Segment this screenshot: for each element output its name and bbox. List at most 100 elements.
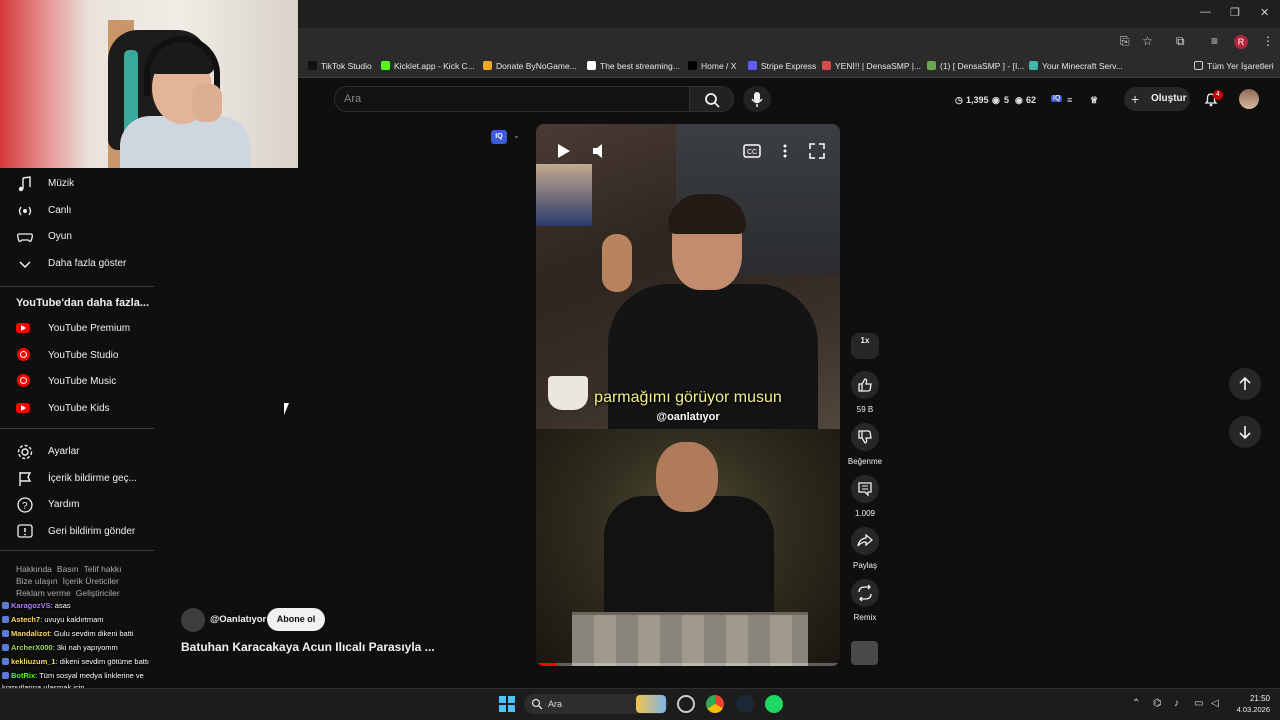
sidebar-item-chevron-down[interactable]: Daha fazla göster <box>16 255 166 277</box>
sidebar-item-gaming[interactable]: Oyun <box>16 228 166 250</box>
tray-display-icon[interactable]: ▭ <box>1194 698 1203 709</box>
bookmark-label: Kicklet.app - Kick C... <box>394 61 475 71</box>
like-count: 59 B <box>856 405 874 414</box>
bookmark-item[interactable]: YENİ!! | DensaSMP |... <box>822 61 921 71</box>
close-icon[interactable]: ✕ <box>1260 6 1269 19</box>
chevron-down-icon[interactable]: ⌄ <box>513 131 520 140</box>
remix-button[interactable] <box>851 579 879 607</box>
plus-icon: + <box>1131 91 1140 107</box>
bookmark-item[interactable]: Your Minecraft Serv... <box>1029 61 1123 71</box>
video-title[interactable]: Batuhan Karacakaya Acun Ilıcalı Parasıyl… <box>181 640 435 654</box>
footer-link[interactable]: Telif hakkı <box>84 564 122 574</box>
all-bookmarks-label: Tüm Yer İşaretleri <box>1207 61 1274 71</box>
iq-badge[interactable]: IQ <box>491 130 507 144</box>
play-icon[interactable] <box>554 142 576 160</box>
search-input[interactable] <box>334 86 690 112</box>
sidebar-item-youtube-music[interactable]: YouTube Music <box>16 373 166 395</box>
bookmark-favicon-icon <box>483 61 492 70</box>
volume-icon[interactable] <box>590 142 612 160</box>
next-short-button[interactable] <box>1229 416 1261 448</box>
sidebar-item-gear[interactable]: Ayarlar <box>16 443 166 465</box>
bookmark-item[interactable]: Home / X <box>688 61 736 71</box>
bookmark-item[interactable]: The best streaming... <box>587 61 680 71</box>
short-video-player[interactable]: parmağımı görüyor musun @oanlatıyor CC <box>536 124 840 666</box>
avatar[interactable] <box>1239 89 1259 109</box>
bookmark-favicon-icon <box>1029 61 1038 70</box>
dislike-button[interactable] <box>851 423 879 451</box>
sidebar-item-help[interactable]: ? Yardım <box>16 496 166 518</box>
footer-link[interactable]: Basın <box>57 564 79 574</box>
sidebar-item-flag[interactable]: İçerik bildirme geç... <box>16 470 166 492</box>
chrome-icon[interactable] <box>706 695 724 713</box>
channel-name[interactable]: @Oanlatıyor <box>210 614 266 625</box>
tray-network-icon[interactable]: ⌬ <box>1153 698 1162 709</box>
chat-badge-icon <box>2 644 9 651</box>
stat-view-icon: ◉ <box>1015 95 1023 105</box>
tray-chevron-icon[interactable]: ⌃ <box>1132 698 1140 709</box>
footer-link[interactable]: Reklam verme <box>16 588 71 598</box>
sidebar-item-music[interactable]: Müzik <box>16 175 166 197</box>
bookmark-item[interactable]: (1) [ DensaSMP ] - [I... <box>927 61 1024 71</box>
sidebar-item-youtube-kids[interactable]: YouTube Kids <box>16 400 166 422</box>
footer-link[interactable]: İçerik Üreticiler <box>63 576 119 586</box>
footer-link[interactable]: Bize ulaşın <box>16 576 58 586</box>
sidebar-item-youtube-studio[interactable]: YouTube Studio <box>16 347 166 369</box>
feedback-icon <box>17 524 33 538</box>
bookmark-label: The best streaming... <box>600 61 680 71</box>
bookmark-item[interactable]: TikTok Studio <box>308 61 372 71</box>
sidebar-divider <box>0 550 154 551</box>
chat-badge-icon <box>2 672 9 679</box>
bookmark-item[interactable]: Kicklet.app - Kick C... <box>381 61 475 71</box>
menu-kebab-icon[interactable]: ⋮ <box>1262 34 1274 48</box>
playback-speed-button[interactable]: 1x <box>851 333 879 359</box>
stat-clock-icon: ◷ <box>955 95 963 105</box>
chat-badge-icon <box>2 658 9 665</box>
like-button[interactable] <box>851 371 879 399</box>
voice-search-button[interactable] <box>743 86 771 112</box>
taskbar-obs-icon[interactable] <box>677 695 695 713</box>
tray-volume-icon[interactable]: ◁ <box>1211 698 1219 709</box>
install-app-icon[interactable]: ⎘ <box>1120 34 1130 49</box>
search-button[interactable] <box>690 86 734 112</box>
spotify-icon[interactable] <box>765 695 783 713</box>
steam-icon[interactable] <box>736 695 754 713</box>
maximize-icon[interactable]: ❐ <box>1230 6 1240 19</box>
youtube-premium-icon <box>16 323 30 333</box>
bookmark-label: Your Minecraft Serv... <box>1042 61 1123 71</box>
sidebar-item-youtube-premium[interactable]: YouTube Premium <box>16 320 166 342</box>
bookmark-star-icon[interactable]: ☆ <box>1142 34 1153 48</box>
tray-mic-icon[interactable]: ♪ <box>1174 698 1179 709</box>
share-button[interactable] <box>851 527 879 555</box>
more-options-icon[interactable] <box>776 142 798 160</box>
iq-extension-icon[interactable]: IQ <box>1051 95 1063 102</box>
sidebar-item-live[interactable]: Canlı <box>16 202 166 224</box>
bookmark-item[interactable]: Stripe Express <box>748 61 816 71</box>
video-progress-bar[interactable] <box>536 663 840 666</box>
taskbar-date[interactable]: 4.03.2026 <box>1228 705 1270 714</box>
minimize-icon[interactable]: — <box>1200 6 1211 18</box>
extensions-icon[interactable]: ⧉ <box>1176 34 1185 49</box>
comments-button[interactable] <box>851 475 879 503</box>
bookmark-item[interactable]: Donate ByNoGame... <box>483 61 577 71</box>
media-control-icon[interactable]: ≡ <box>1211 34 1218 48</box>
channel-avatar[interactable] <box>181 608 205 632</box>
sidebar-item-feedback[interactable]: Geri bildirim gönder <box>16 523 166 545</box>
subscribe-button[interactable]: Abone ol <box>267 608 325 631</box>
live-icon <box>18 206 32 216</box>
channel-thumbnail[interactable] <box>851 641 878 665</box>
music-icon <box>18 176 31 192</box>
captions-icon[interactable]: CC <box>742 142 764 160</box>
windows-start-icon[interactable] <box>498 695 516 713</box>
browser-profile-avatar[interactable]: R <box>1234 35 1248 49</box>
bookmark-favicon-icon <box>822 61 831 70</box>
footer-link[interactable]: Geliştiriciler <box>76 588 120 598</box>
taskbar-clock[interactable]: 21:50 <box>1238 694 1270 703</box>
previous-short-button[interactable] <box>1229 368 1261 400</box>
comment-icon <box>858 482 872 497</box>
taskbar-widget-icon[interactable] <box>636 695 666 713</box>
all-bookmarks[interactable]: Tüm Yer İşaretleri <box>1194 61 1274 71</box>
trophy-icon[interactable]: ♕ <box>1090 95 1098 106</box>
list-icon[interactable]: ≡ <box>1067 95 1072 105</box>
fullscreen-icon[interactable] <box>808 142 830 160</box>
footer-link[interactable]: Hakkında <box>16 564 52 574</box>
